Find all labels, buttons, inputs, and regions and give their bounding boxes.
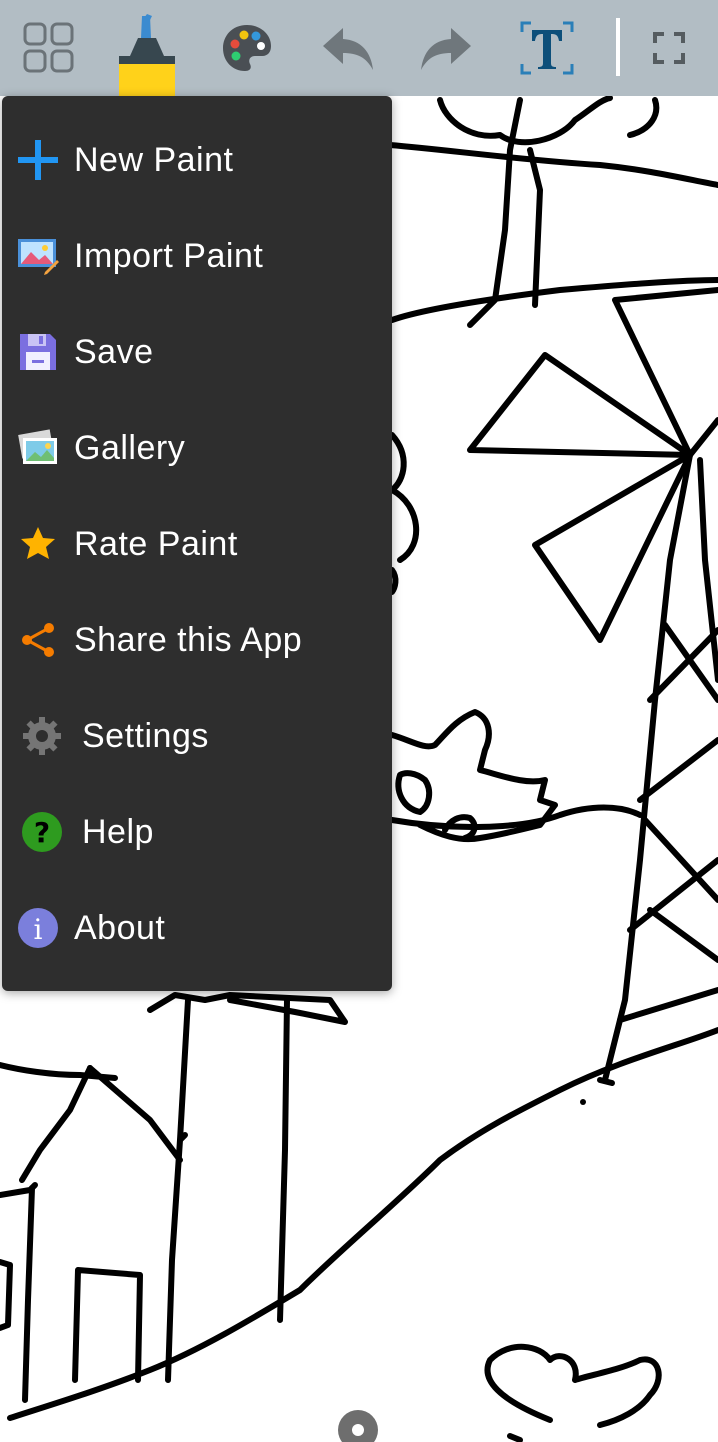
fullscreen-button[interactable] — [646, 0, 692, 96]
svg-text:i: i — [34, 913, 43, 946]
plus-icon — [16, 138, 60, 182]
undo-button[interactable] — [318, 0, 378, 96]
gallery-icon — [16, 426, 60, 470]
redo-button[interactable] — [416, 0, 476, 96]
menu-item-label: Share this App — [74, 621, 303, 659]
palette-icon — [223, 25, 271, 71]
menu-item-gallery[interactable]: Gallery — [2, 400, 392, 496]
grid-menu-button[interactable] — [16, 0, 82, 96]
top-toolbar — [0, 0, 718, 96]
marker-button[interactable] — [112, 0, 182, 96]
info-icon: i — [16, 906, 60, 950]
undo-icon — [323, 28, 373, 70]
menu-item-label: Rate Paint — [74, 525, 238, 563]
palette-button[interactable] — [218, 0, 276, 96]
star-icon — [16, 522, 60, 566]
fullscreen-icon — [653, 32, 685, 64]
menu-item-label: Save — [74, 333, 154, 371]
toolbar-divider — [616, 18, 620, 76]
svg-text:?: ? — [34, 816, 50, 849]
menu-item-new-paint[interactable]: New Paint — [2, 112, 392, 208]
import-image-icon — [16, 234, 60, 278]
marker-icon — [119, 14, 175, 96]
menu-item-label: Help — [82, 813, 154, 851]
menu-item-label: New Paint — [74, 141, 234, 179]
text-tool-button[interactable] — [516, 0, 578, 96]
grid-menu-icon — [23, 22, 74, 73]
menu-item-label: Import Paint — [74, 237, 264, 275]
redo-icon — [421, 28, 471, 70]
share-icon — [16, 618, 60, 662]
floppy-disk-icon — [16, 330, 60, 374]
gear-icon — [20, 714, 64, 758]
menu-item-settings[interactable]: Settings — [2, 688, 392, 784]
menu-item-rate-paint[interactable]: Rate Paint — [2, 496, 392, 592]
main-menu: New Paint Import Paint Save Gallery Rate… — [2, 96, 392, 991]
menu-item-import-paint[interactable]: Import Paint — [2, 208, 392, 304]
menu-item-save[interactable]: Save — [2, 304, 392, 400]
menu-item-label: About — [74, 909, 166, 947]
menu-item-about[interactable]: i About — [2, 880, 392, 976]
text-tool-icon — [520, 21, 574, 75]
menu-item-label: Settings — [82, 717, 209, 755]
menu-item-help[interactable]: ? Help — [2, 784, 392, 880]
menu-item-share-app[interactable]: Share this App — [2, 592, 392, 688]
menu-item-label: Gallery — [74, 429, 186, 467]
help-icon: ? — [20, 810, 64, 854]
